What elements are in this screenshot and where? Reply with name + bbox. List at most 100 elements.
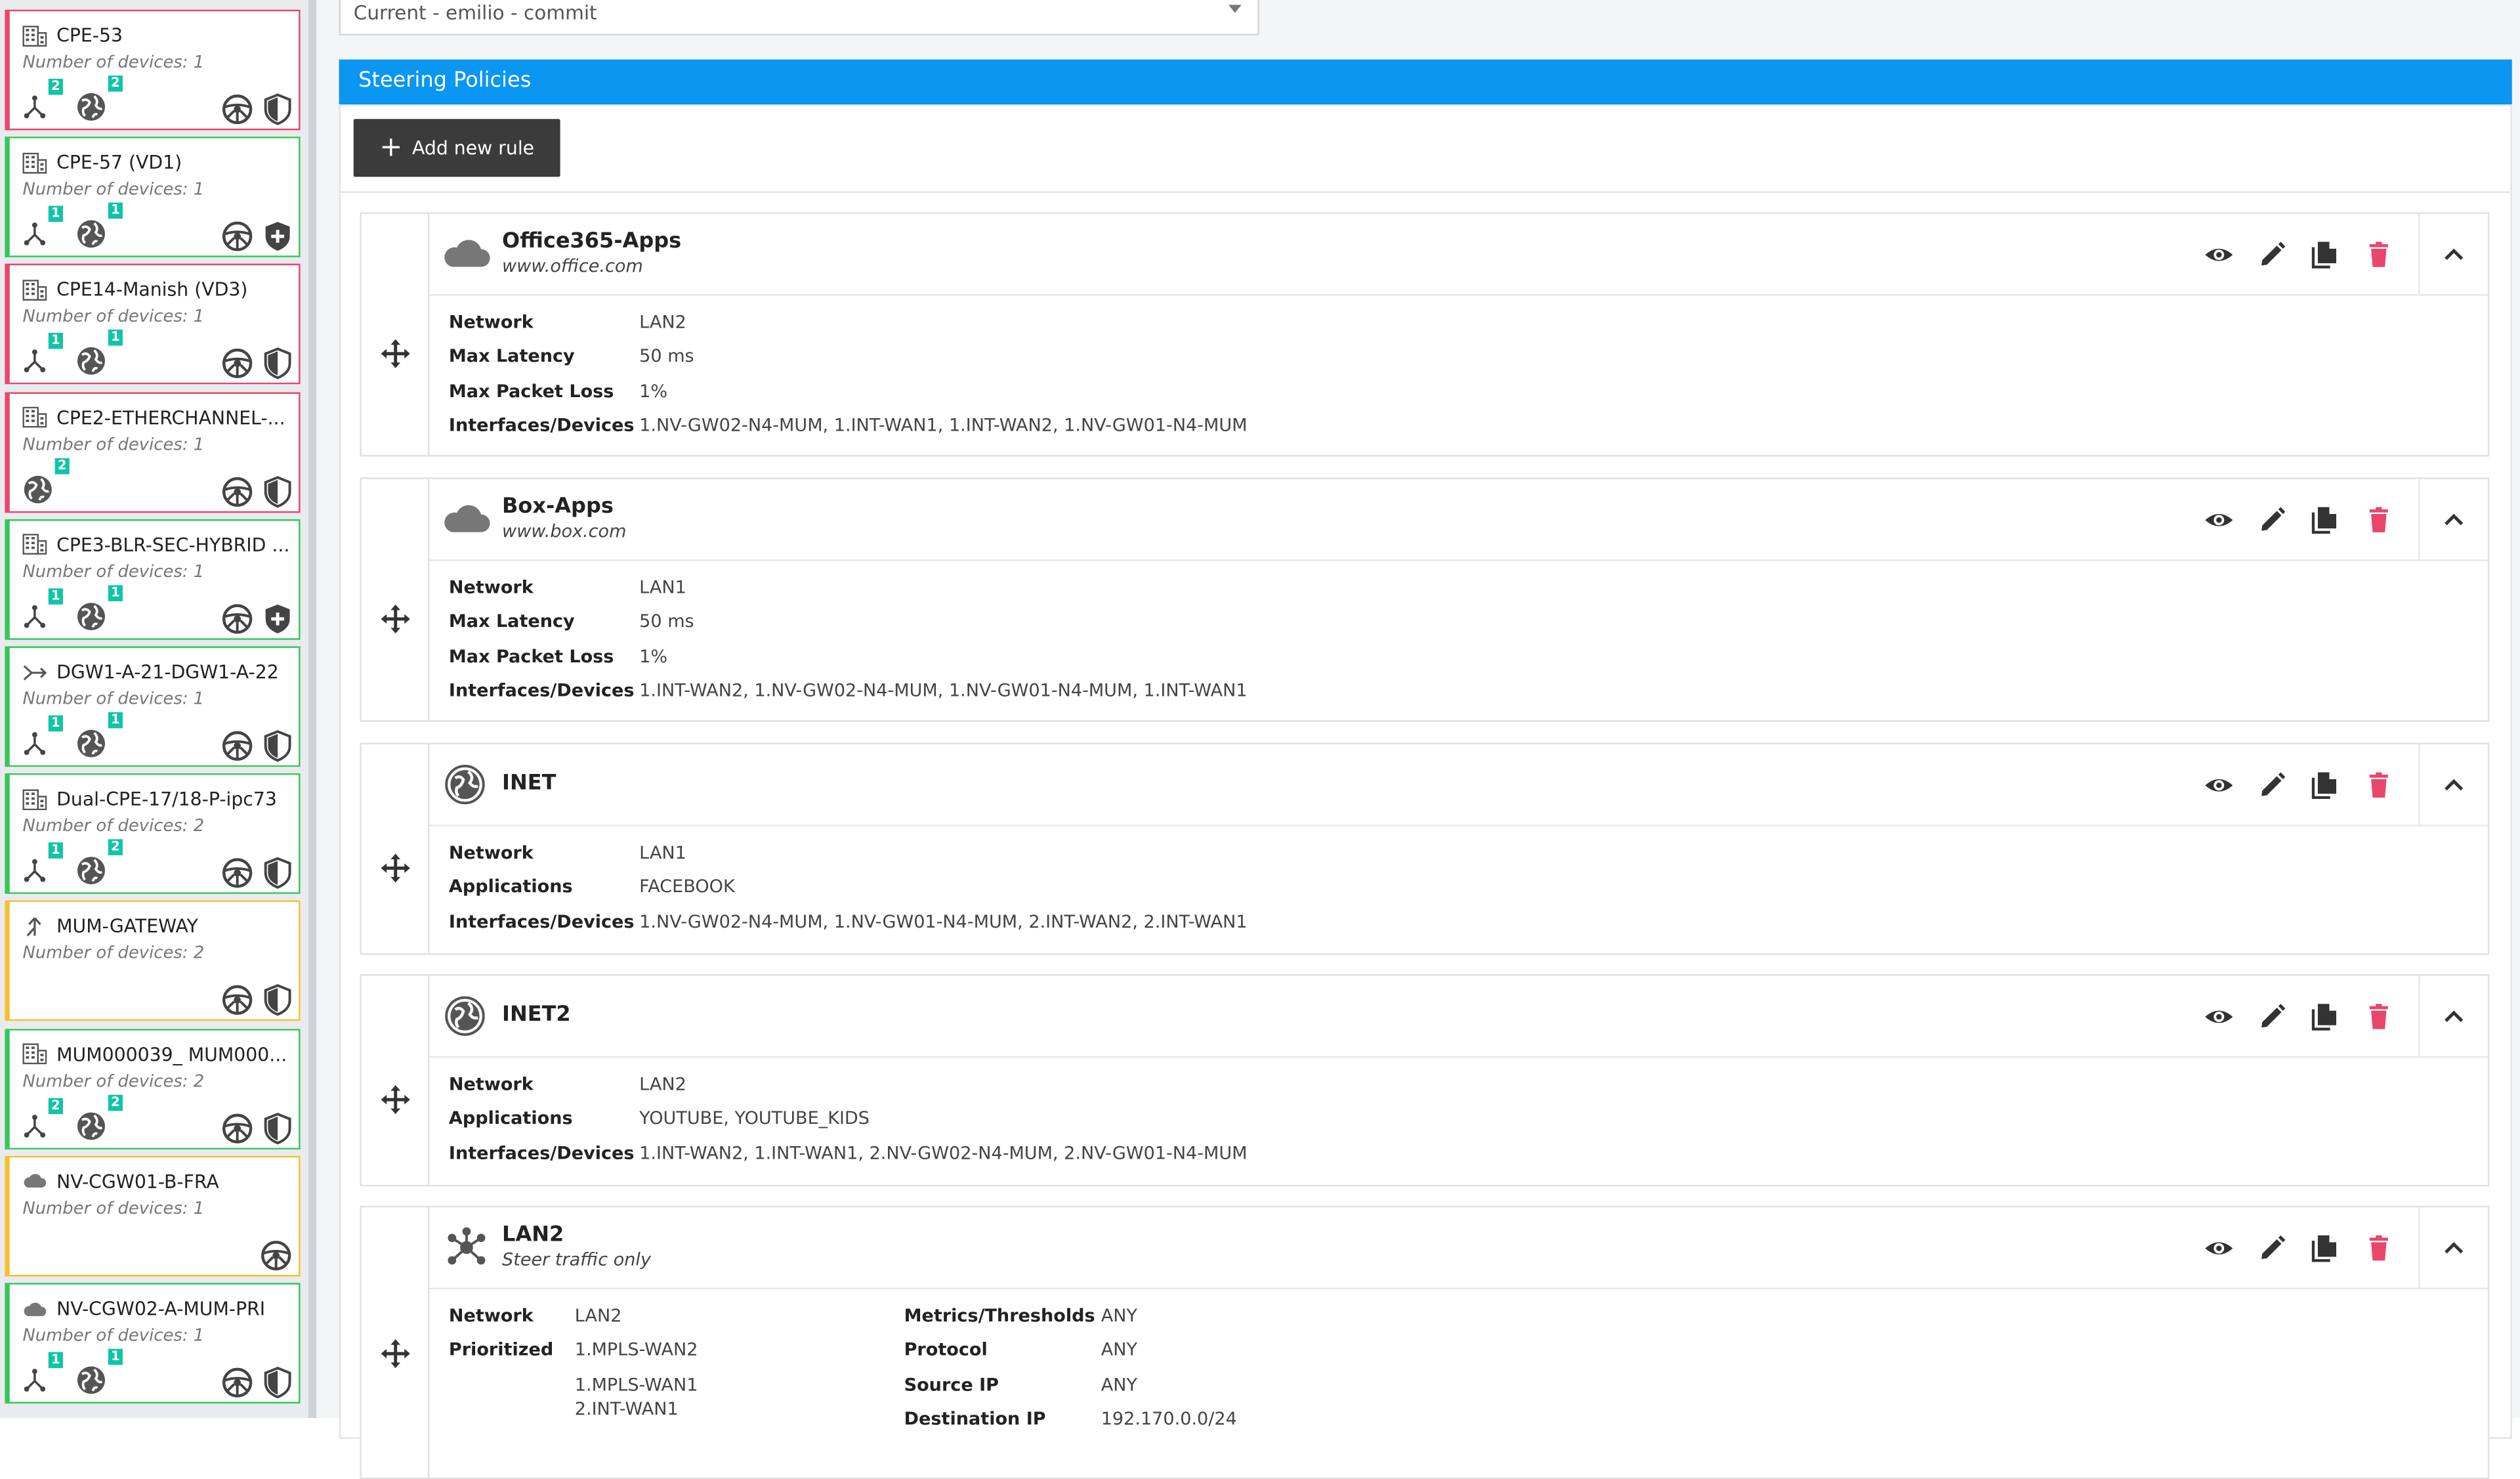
device-count: Number of devices: 2: [22, 817, 204, 836]
detail-row: Max Packet Loss 1%: [449, 380, 1248, 414]
edit-pencil-icon[interactable]: [2257, 505, 2288, 542]
topology-icon[interactable]: 1: [22, 205, 63, 246]
internet-globe-icon[interactable]: 1: [76, 330, 123, 377]
shield-icon[interactable]: [263, 857, 292, 896]
internet-globe-icon[interactable]: 2: [76, 75, 123, 123]
steering-icon[interactable]: [260, 1239, 292, 1278]
copy-icon[interactable]: [2310, 240, 2341, 276]
eye-icon[interactable]: [2204, 1002, 2235, 1039]
trash-icon[interactable]: [2363, 505, 2394, 542]
copy-icon[interactable]: [2310, 505, 2341, 542]
device-card[interactable]: CPE3-BLR-SEC-HYBRID ... Number of devices…: [5, 519, 301, 641]
device-card[interactable]: MUM-GATEWAY Number of devices: 2: [5, 901, 301, 1023]
trash-icon[interactable]: [2363, 1233, 2394, 1270]
internet-globe-icon[interactable]: 1: [76, 1348, 123, 1396]
topology-icon[interactable]: 1: [22, 842, 63, 883]
rule-title: Box-Apps: [502, 495, 614, 520]
collapse-button[interactable]: [2418, 479, 2488, 560]
device-card[interactable]: CPE-53 Number of devices: 122: [5, 9, 301, 132]
shield-icon[interactable]: [263, 475, 292, 514]
steering-icon[interactable]: [221, 1112, 253, 1151]
detail-label: Interfaces/Devices: [448, 414, 635, 436]
add-new-rule-label: Add new rule: [412, 137, 535, 160]
collapse-button[interactable]: [2418, 213, 2488, 295]
edit-pencil-icon[interactable]: [2257, 240, 2288, 276]
internet-globe-icon[interactable]: 2: [22, 457, 70, 504]
steering-rule-card: INET2 Network LAN2 Applications YOUTUBE, YOU…: [360, 974, 2490, 1187]
topology-icon[interactable]: 2: [22, 1097, 63, 1138]
steering-icon[interactable]: [221, 475, 253, 514]
steering-icon[interactable]: [221, 985, 253, 1023]
device-card[interactable]: DGW1-A-21-DGW1-A-22 Number of devices: 11…: [5, 646, 301, 769]
shield-icon[interactable]: [263, 1112, 292, 1151]
device-card[interactable]: CPE-57 (VD1) Number of devices: 111: [5, 137, 301, 259]
eye-icon[interactable]: [2204, 1233, 2235, 1270]
steering-icon[interactable]: [221, 93, 253, 132]
device-card[interactable]: NV-CGW01-B-FRA Number of devices: 1: [5, 1155, 301, 1278]
collapse-button[interactable]: [2418, 975, 2488, 1056]
collapse-button[interactable]: [2418, 744, 2488, 825]
move-arrows-icon[interactable]: [381, 339, 410, 368]
internet-globe-icon[interactable]: 1: [76, 203, 123, 250]
drag-handle[interactable]: [362, 1207, 430, 1478]
add-new-rule-button[interactable]: + Add new rule: [353, 119, 560, 177]
topology-icon[interactable]: 1: [22, 715, 63, 756]
detail-row: Interfaces/Devices 1.NV-GW02-N4-MUM, 1.NV…: [449, 911, 1248, 945]
move-arrows-icon[interactable]: [381, 604, 410, 633]
steering-icon[interactable]: [221, 1367, 253, 1405]
copy-icon[interactable]: [2310, 770, 2341, 807]
rule-header: INET: [429, 744, 2488, 826]
internet-globe-icon[interactable]: 1: [76, 712, 123, 759]
detail-row: Network LAN1: [449, 577, 1248, 611]
topology-icon[interactable]: 1: [22, 333, 63, 374]
move-arrows-icon[interactable]: [381, 853, 410, 883]
shield-icon[interactable]: [263, 985, 292, 1023]
drag-handle[interactable]: [362, 975, 430, 1185]
trash-icon[interactable]: [2363, 240, 2394, 276]
sidebar-scrollbar[interactable]: [308, 0, 317, 1419]
device-card[interactable]: MUM000039_ MUM000... Number of devices: 2…: [5, 1028, 301, 1151]
shield-icon[interactable]: [263, 348, 292, 387]
topology-icon[interactable]: 1: [22, 588, 63, 628]
collapse-button[interactable]: [2418, 1207, 2488, 1288]
internet-globe-icon[interactable]: 1: [76, 584, 123, 632]
device-card-actions: [260, 1239, 292, 1278]
steering-icon[interactable]: [221, 857, 253, 896]
detail-label: Metrics/Thresholds: [904, 1305, 1095, 1327]
steering-icon[interactable]: [221, 221, 253, 259]
steering-icon[interactable]: [221, 348, 253, 387]
shield-plus-icon[interactable]: [263, 221, 292, 259]
device-card[interactable]: CPE2-ETHERCHANNEL-... Number of devices: …: [5, 391, 301, 514]
shield-icon[interactable]: [263, 730, 292, 769]
commit-select[interactable]: Current - emilio - commit: [339, 0, 1259, 35]
move-arrows-icon[interactable]: [381, 1085, 410, 1115]
trash-icon[interactable]: [2363, 1002, 2394, 1039]
topology-icon[interactable]: 2: [22, 79, 63, 119]
eye-icon[interactable]: [2204, 240, 2235, 276]
steering-icon[interactable]: [221, 730, 253, 769]
topology-icon[interactable]: 1: [22, 1352, 63, 1392]
edit-pencil-icon[interactable]: [2257, 1233, 2288, 1270]
eye-icon[interactable]: [2204, 770, 2235, 807]
device-card[interactable]: CPE14-Manish (VD3) Number of devices: 111: [5, 264, 301, 387]
edit-pencil-icon[interactable]: [2257, 770, 2288, 807]
device-card[interactable]: NV-CGW02-A-MUM-PRI Number of devices: 111: [5, 1283, 301, 1405]
steering-icon[interactable]: [221, 603, 253, 641]
copy-icon[interactable]: [2310, 1002, 2341, 1039]
drag-handle[interactable]: [362, 213, 430, 456]
drag-handle[interactable]: [362, 744, 430, 954]
move-arrows-icon[interactable]: [381, 1339, 410, 1369]
internet-globe-icon[interactable]: 2: [76, 1094, 123, 1141]
shield-icon[interactable]: [263, 1366, 292, 1405]
drag-handle[interactable]: [362, 479, 430, 721]
eye-icon[interactable]: [2204, 505, 2235, 542]
internet-globe-icon[interactable]: 2: [76, 839, 123, 886]
shield-plus-icon[interactable]: [263, 603, 292, 641]
device-card[interactable]: Dual-CPE-17/18-P-ipc73 Number of devices:…: [5, 773, 301, 896]
device-count-label: Number of devices:: [22, 307, 194, 328]
edit-pencil-icon[interactable]: [2257, 1002, 2288, 1039]
internet-count-badge: 1: [108, 1348, 123, 1365]
shield-icon[interactable]: [263, 93, 292, 132]
trash-icon[interactable]: [2363, 770, 2394, 807]
copy-icon[interactable]: [2310, 1233, 2341, 1270]
